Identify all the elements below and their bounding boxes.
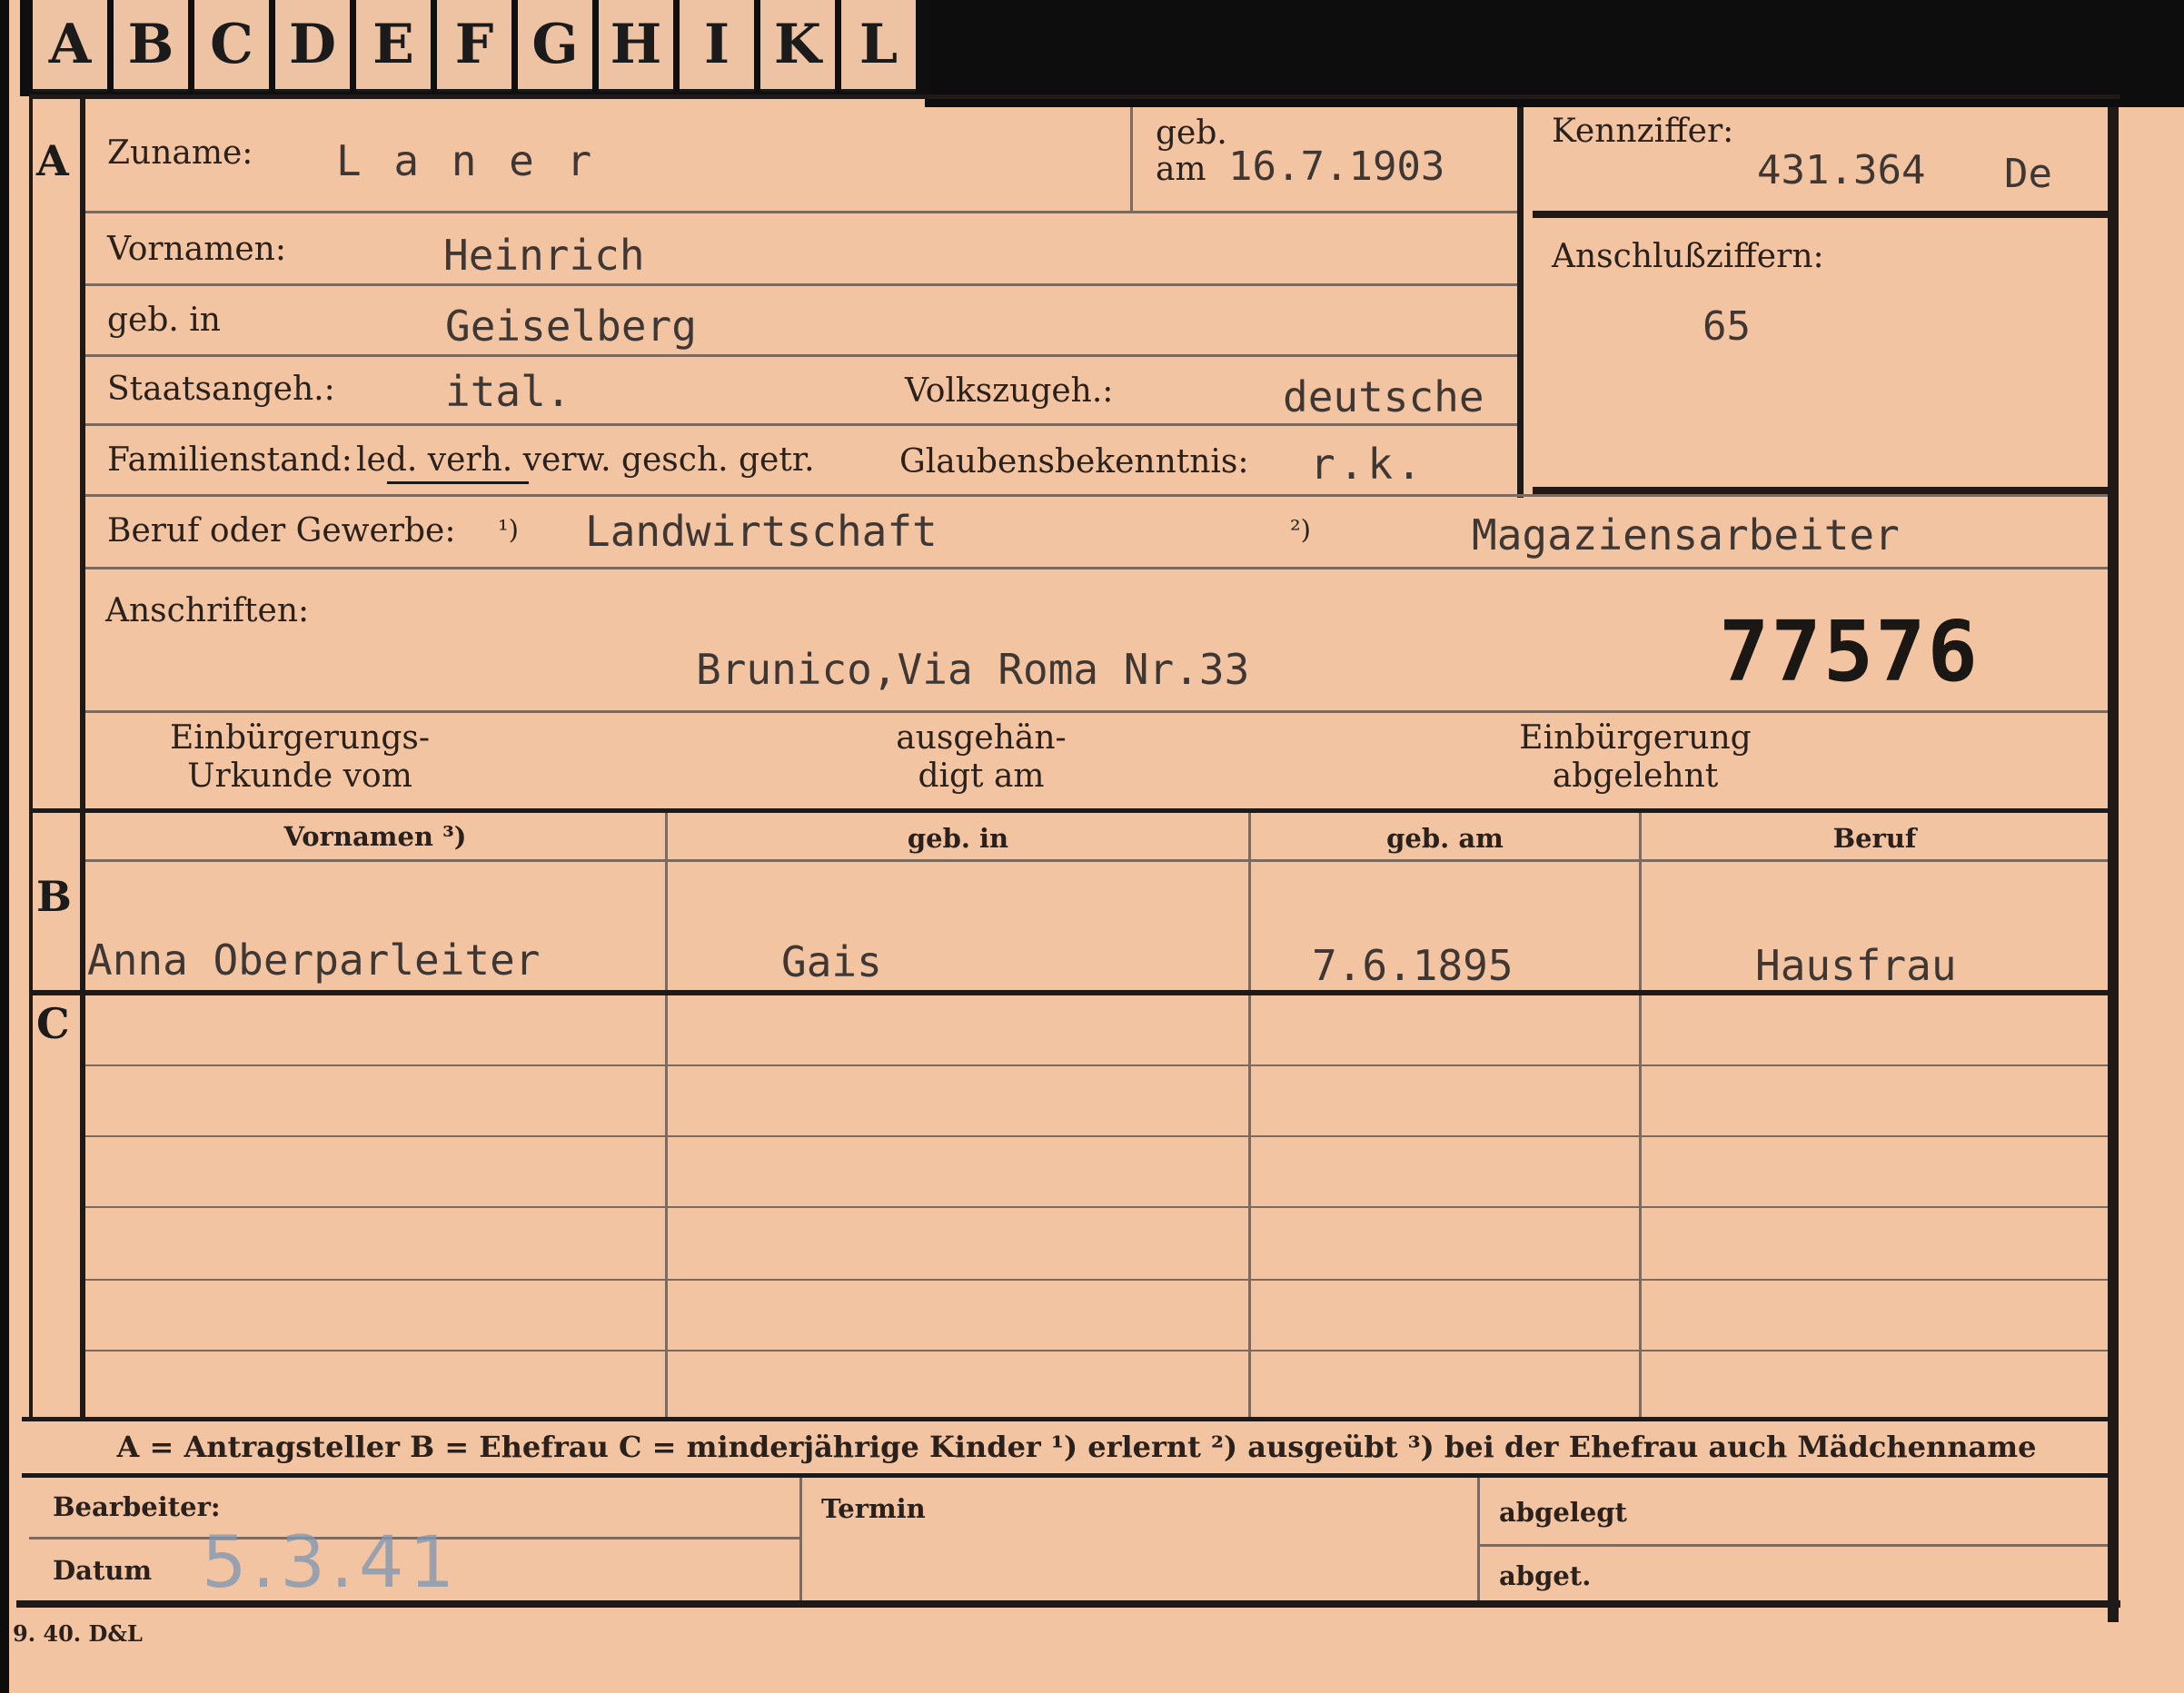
bearbeiter-label: Bearbeiter: (53, 1491, 221, 1522)
abgelehnt-label-line2: abgelehnt (1552, 757, 1719, 795)
rule (1130, 107, 1133, 211)
spouse-vornamen-value: Anna Oberparleiter (87, 936, 541, 985)
glauben-label: Glaubensbekenntnis: (899, 443, 1249, 480)
born-label: geb. (1156, 114, 1227, 152)
spouse-gebin-value: Gais (781, 937, 882, 986)
abgelegt2-label: abget. (1499, 1560, 1592, 1591)
frame-left-inner (80, 94, 85, 1417)
rule (85, 354, 1517, 357)
frame-kennziffer-left (1517, 107, 1524, 498)
ausgehaendigt-label: ausgehän- digt am (845, 719, 1117, 796)
spouse-gebam-value: 7.6.1895 (1312, 941, 1514, 990)
frame-right (2108, 107, 2119, 1622)
staat-value: ital. (445, 367, 571, 416)
anschriften-label: Anschriften: (105, 592, 310, 629)
index-tab-f[interactable]: F (437, 0, 511, 92)
datum-stamp: 5.3.41 (202, 1522, 461, 1604)
index-tab-l[interactable]: L (841, 0, 916, 92)
gebin-label: geb. in (107, 302, 221, 339)
index-tab-d[interactable]: D (275, 0, 350, 92)
frame-legend-bottom (22, 1473, 2113, 1478)
beruf-label: Beruf oder Gewerbe: (107, 512, 456, 549)
frame-left-outer (29, 94, 33, 1421)
glauben-value: r.k. (1310, 440, 1425, 489)
urkunde-label: Einbürgerungs- Urkunde vom (136, 719, 463, 796)
section-letter-b: B (36, 872, 72, 921)
datum-label: Datum (53, 1555, 153, 1586)
rule (85, 1135, 2108, 1137)
beruf1-value: Landwirtschaft (585, 507, 938, 556)
rule (85, 423, 1517, 426)
frame-section-c (29, 990, 2110, 995)
spouse-header-gebam: geb. am (1386, 823, 1504, 854)
frame-kennziffer-bottom (1533, 211, 2109, 218)
familien-underline (387, 481, 529, 484)
termin-label: Termin (821, 1493, 926, 1524)
abgelegt-label: abgelegt (1499, 1497, 1627, 1528)
address-value: Brunico,Via Roma Nr.33 (696, 645, 1250, 694)
print-code: 9. 40. D&L (13, 1620, 143, 1647)
staat-label: Staatsangeh.: (107, 371, 335, 408)
beruf-footnote-1: ¹) (498, 514, 519, 545)
rule (1480, 1544, 2108, 1547)
index-tab-h[interactable]: H (599, 0, 673, 92)
volk-label: Volkszugeh.: (905, 372, 1114, 410)
rule (85, 1279, 2108, 1281)
rule (85, 710, 2108, 713)
rule (85, 211, 1517, 213)
anschluss-value: 65 (1703, 303, 1751, 350)
ausgehaendigt-label-line2: digt am (918, 757, 1045, 795)
born-date-value: 16.7.1903 (1228, 144, 1445, 190)
section-letter-c: C (36, 999, 70, 1048)
rule (85, 1206, 2108, 1208)
anschluss-label: Anschlußziffern: (1552, 238, 1824, 275)
index-tab-c[interactable]: C (194, 0, 269, 92)
vornamen-value: Heinrich (443, 231, 645, 280)
urkunde-label-line2: Urkunde vom (187, 757, 412, 795)
vornamen-label: Vornamen: (107, 231, 286, 268)
spouse-header-gebin: geb. in (907, 823, 1009, 854)
beruf-footnote-2: ²) (1290, 514, 1311, 545)
spouse-beruf-value: Hausfrau (1755, 941, 1957, 990)
index-tab-g[interactable]: G (518, 0, 592, 92)
abgelehnt-label: Einbürgerung abgelehnt (1490, 719, 1781, 796)
spouse-header-vornamen: Vornamen ³) (283, 821, 467, 852)
beruf2-value: Magaziensarbeiter (1472, 510, 1900, 559)
frame-top (29, 94, 2120, 99)
spouse-header-beruf: Beruf (1832, 823, 1917, 854)
urkunde-label-line1: Einbürgerungs- (169, 719, 431, 757)
surname-label: Zuname: (107, 134, 253, 172)
abgelehnt-label-line1: Einbürgerung (1519, 719, 1752, 757)
rule (85, 1064, 2108, 1066)
rule (85, 1350, 2108, 1351)
index-tab-i[interactable]: I (680, 0, 754, 92)
background-edge (925, 0, 2184, 107)
rule (1477, 1478, 1480, 1600)
rule (85, 567, 2108, 569)
kennziffer-suffix: De (2004, 151, 2052, 197)
born-am-label: am (1156, 151, 1206, 188)
kennziffer-label: Kennziffer: (1552, 113, 1734, 150)
section-letter-a: A (36, 136, 69, 185)
volk-value: deutsche (1283, 372, 1484, 421)
index-tab-a[interactable]: A (33, 0, 107, 92)
case-number: 77576 (1719, 603, 1980, 700)
frame-section-b (29, 808, 2110, 813)
index-tab-b[interactable]: B (114, 0, 188, 92)
rule (799, 1478, 802, 1600)
rule (85, 494, 2108, 497)
index-tab-k[interactable]: K (760, 0, 835, 92)
frame-legend-top (22, 1417, 2113, 1421)
familien-label: Familienstand: (107, 441, 352, 479)
index-tab-e[interactable]: E (356, 0, 431, 92)
ausgehaendigt-label-line1: ausgehän- (896, 719, 1067, 757)
kennziffer-value: 431.364 (1757, 147, 1926, 193)
gebin-value: Geiselberg (445, 302, 697, 351)
legend: A = Antragsteller B = Ehefrau C = minder… (116, 1430, 2037, 1464)
rule (85, 283, 1517, 286)
rule (85, 859, 2108, 862)
surname-value: L a n e r (336, 136, 596, 185)
familien-options: led. verh. verw. gesch. getr. (356, 441, 815, 479)
